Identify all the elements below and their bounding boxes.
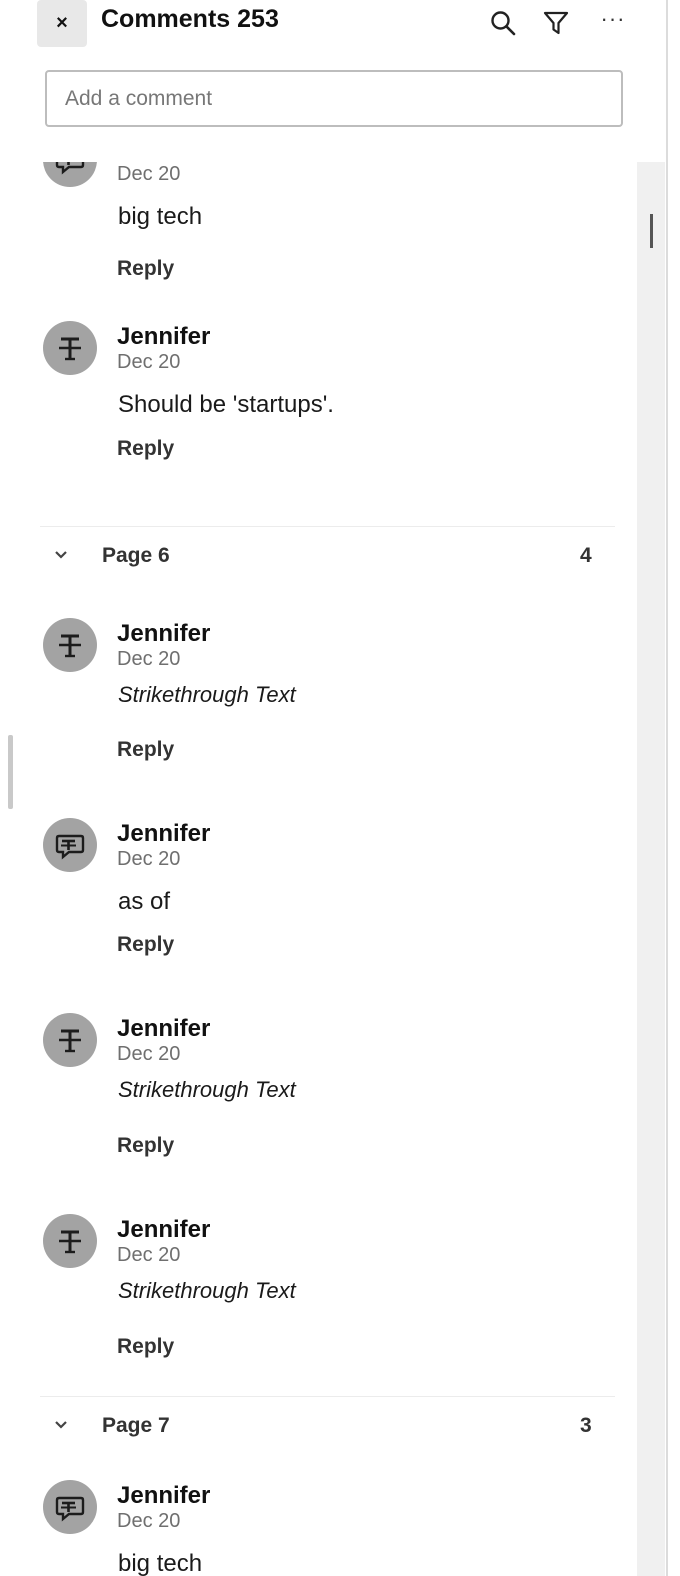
reply-button[interactable]: Reply <box>117 1134 174 1158</box>
comment-date: Dec 20 <box>117 848 181 870</box>
close-button[interactable]: × <box>37 0 87 47</box>
chevron-down-icon[interactable] <box>50 544 72 566</box>
strikethrough-icon <box>59 1029 81 1053</box>
avatar <box>43 1013 97 1067</box>
comment-text: big tech <box>118 1550 203 1576</box>
more-icon: ··· <box>600 6 626 31</box>
reply-button[interactable]: Reply <box>117 257 174 281</box>
comment-date: Dec 20 <box>117 351 181 373</box>
reply-button[interactable]: Reply <box>117 437 174 461</box>
scrollbar-thumb[interactable] <box>650 214 653 248</box>
comment-item: Jennifer Dec 20 as of Reply <box>0 818 637 1013</box>
avatar <box>43 618 97 672</box>
page-group-title: Page 7 <box>102 1414 170 1437</box>
avatar <box>43 321 97 375</box>
resize-handle[interactable] <box>8 735 13 809</box>
page-group-title: Page 6 <box>102 544 170 567</box>
comment-item: Jennifer Dec 20 Strikethrough Text Reply <box>0 618 637 818</box>
divider <box>40 526 615 527</box>
filter-button[interactable] <box>541 8 571 38</box>
comment-date: Dec 20 <box>117 1244 181 1266</box>
comment-item: Jennifer Dec 20 Strikethrough Text Reply <box>0 1013 637 1214</box>
avatar <box>43 162 97 187</box>
strikethrough-icon <box>59 337 81 361</box>
page-group-header[interactable]: Page 6 4 <box>0 526 637 618</box>
comment-date: Dec 20 <box>117 1043 181 1065</box>
search-icon <box>491 11 516 36</box>
reply-button[interactable]: Reply <box>117 1335 174 1359</box>
page-group-count: 3 <box>580 1414 592 1437</box>
comment-text: Strikethrough Text <box>118 1278 296 1303</box>
comment-bubble-icon <box>55 1496 85 1522</box>
reply-button[interactable]: Reply <box>117 738 174 762</box>
comment-date: Dec 20 <box>117 163 181 185</box>
more-options-button[interactable]: ··· <box>598 4 628 34</box>
comment-author: Jennifer <box>117 620 211 647</box>
comment-text: Strikethrough Text <box>118 1077 296 1102</box>
comment-item: Dec 20 big tech Reply <box>0 162 637 321</box>
comment-author: Jennifer <box>117 1216 211 1243</box>
comment-author: Jennifer <box>117 820 211 847</box>
close-icon: × <box>56 12 68 34</box>
page-group-count: 4 <box>580 544 592 567</box>
add-comment-input[interactable] <box>45 70 623 127</box>
comment-item: Jennifer Dec 20 Strikethrough Text Reply <box>0 1214 637 1396</box>
comment-author: Jennifer <box>117 1482 211 1509</box>
divider <box>40 1396 615 1397</box>
comment-text: Should be 'startups'. <box>118 391 334 418</box>
comment-bubble-icon <box>55 162 85 175</box>
comment-item: Jennifer Dec 20 big tech <box>0 1480 637 1576</box>
panel-title: Comments 253 <box>101 5 279 33</box>
comment-text: Strikethrough Text <box>118 682 296 707</box>
strikethrough-icon <box>59 634 81 658</box>
comment-author: Jennifer <box>117 1015 211 1042</box>
page-group-header[interactable]: Page 7 3 <box>0 1396 637 1480</box>
panel-border <box>666 0 668 1576</box>
avatar <box>43 1480 97 1534</box>
comment-author: Jennifer <box>117 323 211 350</box>
scrollbar-track[interactable] <box>637 162 665 1576</box>
comments-header: × Comments 253 ··· <box>0 0 668 48</box>
strikethrough-icon <box>59 1230 81 1254</box>
comment-item: Jennifer Dec 20 Should be 'startups'. Re… <box>0 321 637 526</box>
filter-icon <box>543 11 569 35</box>
chevron-down-icon[interactable] <box>50 1414 72 1436</box>
reply-button[interactable]: Reply <box>117 933 174 957</box>
comment-text: as of <box>118 888 171 915</box>
avatar <box>43 818 97 872</box>
comment-text: big tech <box>118 203 203 230</box>
comment-bubble-icon <box>55 834 85 860</box>
avatar <box>43 1214 97 1268</box>
comment-date: Dec 20 <box>117 648 181 670</box>
comment-date: Dec 20 <box>117 1510 181 1532</box>
comments-list[interactable]: Dec 20 big tech Reply Jennifer Dec 20 Sh… <box>0 162 637 1576</box>
search-button[interactable] <box>488 8 518 38</box>
